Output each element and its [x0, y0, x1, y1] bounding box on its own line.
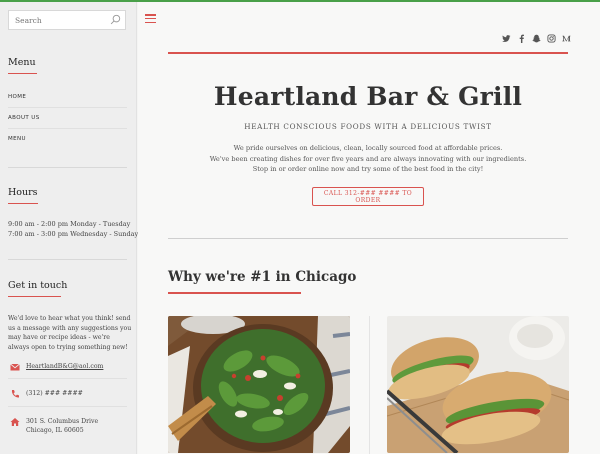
- column-divider: [369, 316, 370, 454]
- menu-heading: Menu: [8, 57, 36, 68]
- sidebar: Menu HOME ABOUT US MENU Hours 9:00 am - …: [0, 2, 139, 454]
- contact-address: 301 S. Columbus Drive Chicago, IL 60605: [8, 415, 132, 439]
- hero-description: We pride ourselves on delicious, clean, …: [168, 143, 568, 175]
- hamburger-menu-icon[interactable]: [145, 14, 156, 24]
- hours-heading-underline: [8, 203, 38, 204]
- hours-line: 7:00 am - 3:00 pm Wednesday - Sunday: [8, 230, 139, 238]
- menu-heading-underline: [8, 73, 37, 74]
- home-icon: [10, 418, 20, 426]
- header-rule: [168, 52, 568, 54]
- menu-separator: [8, 107, 127, 108]
- search-icon[interactable]: [110, 14, 121, 25]
- main-content: Heartland Bar & Grill HEALTH CONSCIOUS F…: [138, 2, 600, 454]
- section-divider: [168, 238, 568, 239]
- contact-separator: [8, 378, 127, 379]
- section-divider: [8, 167, 127, 168]
- medium-icon[interactable]: [561, 33, 571, 43]
- page-subtitle: HEALTH CONSCIOUS FOODS WITH A DELICIOUS …: [244, 122, 492, 131]
- page-title: Heartland Bar & Grill: [213, 82, 523, 111]
- twitter-icon[interactable]: [501, 33, 511, 43]
- salad-image: [168, 316, 350, 453]
- hero-desc-line: We pride ourselves on delicious, clean, …: [233, 144, 503, 152]
- social-links: [501, 33, 571, 45]
- hero-desc-line: We've been creating dishes for over five…: [209, 154, 527, 163]
- envelope-icon: [10, 363, 20, 371]
- touch-heading: Get in touch: [8, 280, 68, 291]
- call-to-order-button[interactable]: CALL 312-### #### TO ORDER: [312, 187, 424, 206]
- snapchat-icon[interactable]: [531, 33, 541, 43]
- sidebar-item-about[interactable]: ABOUT US: [8, 115, 40, 121]
- hero-desc-line: Stop in or order online now and try some…: [252, 165, 484, 173]
- section-divider: [8, 259, 127, 260]
- sidebar-item-menu[interactable]: MENU: [8, 136, 26, 142]
- contact-email[interactable]: HeartlandB&G@aol.com: [8, 360, 132, 374]
- sidebar-item-home[interactable]: HOME: [8, 94, 26, 100]
- contact-separator: [8, 406, 127, 407]
- facebook-icon[interactable]: [516, 33, 526, 43]
- touch-text: We'd love to hear what you think! send u…: [8, 315, 132, 351]
- email-link[interactable]: HeartlandB&G@aol.com: [26, 362, 103, 371]
- search-box[interactable]: [8, 10, 126, 30]
- section-title-underline: [168, 292, 301, 294]
- phone-number: (312) ### ####: [26, 390, 83, 397]
- search-input[interactable]: [9, 11, 105, 29]
- section-title: Why we're #1 in Chicago: [168, 269, 357, 285]
- menu-separator: [8, 128, 127, 129]
- address-line-2: Chicago, IL 60605: [26, 427, 84, 434]
- hours-line: 9:00 am - 2:00 pm Monday - Tuesday: [8, 220, 131, 228]
- hours-heading: Hours: [8, 187, 38, 198]
- contact-phone: (312) ### ####: [8, 387, 132, 401]
- instagram-icon[interactable]: [546, 33, 556, 43]
- touch-heading-underline: [8, 296, 61, 297]
- address-line-1: 301 S. Columbus Drive: [26, 418, 99, 425]
- sandwich-image: [387, 316, 569, 453]
- phone-icon: [11, 390, 19, 398]
